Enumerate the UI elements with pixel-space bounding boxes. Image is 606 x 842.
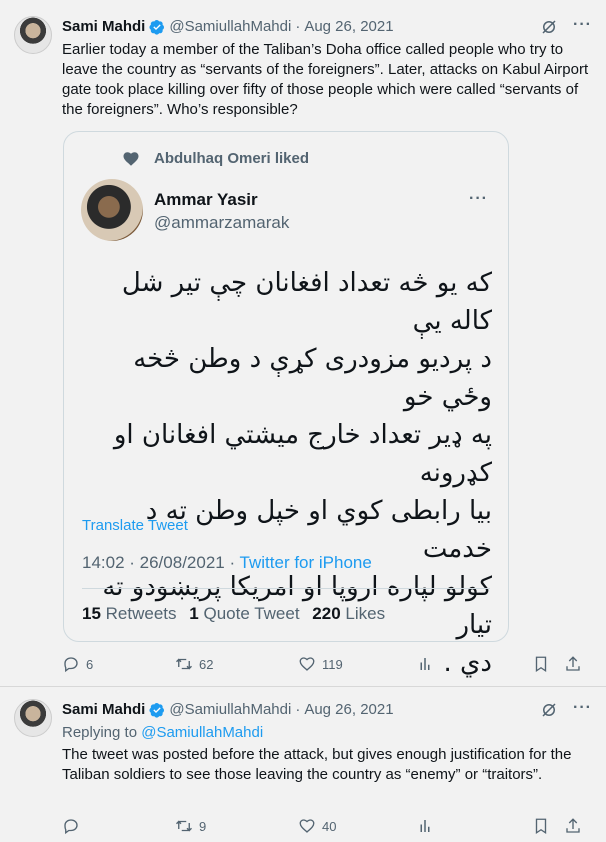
tweet-2[interactable]: Sami Mahdi @SamiullahMahdi · Aug 26, 202… xyxy=(0,687,606,842)
like-button[interactable]: 40 xyxy=(298,817,336,835)
tweet-actions: 6 62 119 xyxy=(62,655,592,677)
retweet-icon xyxy=(176,658,192,670)
tweet-header: Sami Mahdi @SamiullahMahdi · Aug 26, 202… xyxy=(62,701,394,718)
author-name[interactable]: Sami Mahdi xyxy=(62,701,145,718)
reply-button[interactable]: 6 xyxy=(62,655,93,673)
reply-icon xyxy=(64,819,78,835)
retweets-label[interactable]: Retweets xyxy=(106,604,177,623)
reply-button[interactable] xyxy=(62,817,86,835)
share-button[interactable] xyxy=(564,817,588,835)
quotes-count[interactable]: 1 xyxy=(189,604,198,623)
share-button[interactable] xyxy=(564,655,588,673)
tweet-header: Sami Mahdi @SamiullahMahdi · Aug 26, 202… xyxy=(62,18,394,35)
retweets-count[interactable]: 15 xyxy=(82,604,101,623)
tweet-stats: 15 Retweets 1 Quote Tweet 220 Likes xyxy=(82,604,385,624)
likes-count[interactable]: 220 xyxy=(312,604,340,623)
divider xyxy=(82,588,490,589)
like-count: 119 xyxy=(322,656,343,672)
reply-icon xyxy=(64,657,78,673)
verified-badge-icon xyxy=(149,702,165,718)
like-count: 40 xyxy=(322,818,337,834)
dot-separator: · xyxy=(295,18,301,35)
grok-icon[interactable] xyxy=(540,18,558,36)
source-link[interactable]: Twitter for iPhone xyxy=(240,553,372,572)
dot-separator: · xyxy=(295,701,301,718)
share-icon xyxy=(566,818,580,833)
views-button[interactable] xyxy=(416,655,440,673)
liked-by: Abdulhaq Omeri liked xyxy=(154,150,310,167)
tweet-text: The tweet was posted before the attack, … xyxy=(62,746,572,783)
retweet-icon xyxy=(176,820,192,832)
author-handle[interactable]: @SamiullahMahdi xyxy=(169,701,291,718)
replying-to-link[interactable]: @SamiullahMahdi xyxy=(141,724,263,741)
bookmark-button[interactable] xyxy=(532,817,556,835)
retweet-button[interactable]: 9 xyxy=(175,817,206,835)
more-options-icon[interactable]: ··· xyxy=(573,16,592,34)
reply-count: 6 xyxy=(86,656,94,672)
timestamp-text: 14:02 · 26/08/2021 · xyxy=(82,553,240,572)
likes-label[interactable]: Likes xyxy=(345,604,385,623)
tweet-date[interactable]: Aug 26, 2021 xyxy=(304,18,393,35)
text-line: که یو څه تعداد افغانان چې تیر شل کاله یې xyxy=(121,268,492,336)
more-options-icon[interactable]: ··· xyxy=(469,190,488,208)
analytics-icon xyxy=(420,820,430,832)
author-handle[interactable]: @SamiullahMahdi xyxy=(169,18,291,35)
avatar[interactable] xyxy=(14,16,52,54)
tweet-date[interactable]: Aug 26, 2021 xyxy=(304,701,393,718)
share-icon xyxy=(566,656,580,671)
text-line: په ډیر تعداد خارج میشتي افغانان او کډرون… xyxy=(113,420,492,488)
tweet-actions: 9 40 xyxy=(62,817,592,839)
retweet-count: 62 xyxy=(199,656,214,672)
text-line: د پردیو مزودری کړې د وطن څخه وځي خو xyxy=(133,344,492,412)
analytics-icon xyxy=(420,658,430,670)
heart-icon xyxy=(299,657,315,671)
retweet-button[interactable]: 62 xyxy=(175,655,213,673)
grok-icon[interactable] xyxy=(540,701,558,719)
bookmark-icon xyxy=(535,656,547,673)
tweet-1[interactable]: Sami Mahdi @SamiullahMahdi · Aug 26, 202… xyxy=(0,0,606,686)
translate-tweet-link[interactable]: Translate Tweet xyxy=(82,517,188,534)
replying-label: Replying to xyxy=(62,724,138,741)
tweet-timestamp: 14:02 · 26/08/2021 · Twitter for iPhone xyxy=(82,553,372,573)
bookmark-button[interactable] xyxy=(532,655,556,673)
more-options-icon[interactable]: ··· xyxy=(573,699,592,717)
views-button[interactable] xyxy=(416,817,440,835)
tweet-text: Earlier today a member of the Taliban’s … xyxy=(62,41,589,118)
avatar[interactable] xyxy=(14,699,52,737)
quotes-label[interactable]: Quote Tweet xyxy=(203,604,299,623)
heart-icon xyxy=(299,819,315,833)
like-button[interactable]: 119 xyxy=(298,655,343,673)
verified-badge-icon xyxy=(149,19,165,35)
heart-icon xyxy=(123,152,139,166)
replying-to: Replying to @SamiullahMahdi xyxy=(62,723,592,743)
avatar[interactable] xyxy=(81,179,143,241)
bookmark-icon xyxy=(535,818,547,835)
author-name[interactable]: Sami Mahdi xyxy=(62,18,145,35)
retweet-count: 9 xyxy=(199,818,207,834)
quoted-author-name[interactable]: Ammar Yasir xyxy=(154,190,258,210)
quoted-author-handle[interactable]: @ammarzamarak xyxy=(154,213,289,233)
quoted-tweet-card[interactable]: Abdulhaq Omeri liked Ammar Yasir @ammarz… xyxy=(63,131,509,678)
